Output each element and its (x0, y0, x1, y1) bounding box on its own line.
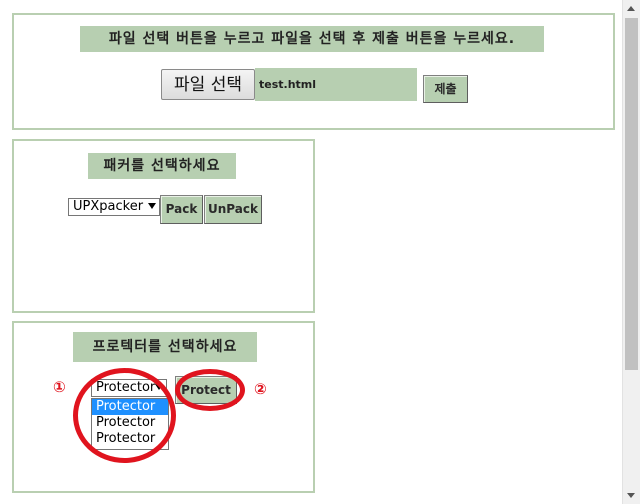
unpack-button[interactable]: UnPack (204, 195, 262, 224)
scroll-up-icon[interactable] (627, 6, 635, 11)
protector-dropdown-list: Protector Protector Protector (91, 398, 169, 450)
packer-heading: 패커를 선택하세요 (88, 153, 236, 179)
annotation-marker-1: ① (53, 378, 66, 396)
protect-button[interactable]: Protect (175, 376, 237, 404)
submit-button[interactable]: 제출 (423, 75, 468, 103)
packer-select-value: UPXpacker (73, 199, 144, 214)
upload-instructions-heading: 파일 선택 버튼을 누르고 파일을 선택 후 제출 버튼을 누르세요. (80, 26, 544, 52)
protector-option[interactable]: Protector (92, 399, 168, 415)
chevron-down-icon (148, 203, 156, 209)
file-upload-panel: 파일 선택 버튼을 누르고 파일을 선택 후 제출 버튼을 누르세요. 파일 선… (12, 13, 615, 130)
protector-select-value: Protector (96, 380, 156, 395)
selected-file-name: test.html (255, 68, 417, 101)
scrollbar-thumb[interactable] (625, 18, 638, 370)
vertical-scrollbar[interactable] (622, 0, 640, 504)
scroll-down-icon[interactable] (627, 493, 635, 498)
annotation-marker-2: ② (254, 380, 267, 398)
protector-option[interactable]: Protector (92, 415, 168, 431)
packer-panel: 패커를 선택하세요 UPXpacker Pack UnPack (12, 139, 315, 313)
chevron-down-icon (155, 384, 163, 390)
protector-heading: 프로텍터를 선택하세요 (73, 332, 257, 362)
choose-file-button[interactable]: 파일 선택 (161, 69, 255, 100)
protector-option[interactable]: Protector (92, 431, 168, 447)
packer-select[interactable]: UPXpacker (68, 198, 160, 216)
page: 파일 선택 버튼을 누르고 파일을 선택 후 제출 버튼을 누르세요. 파일 선… (0, 0, 640, 504)
pack-button[interactable]: Pack (160, 195, 203, 224)
protector-select[interactable]: Protector (91, 379, 167, 397)
